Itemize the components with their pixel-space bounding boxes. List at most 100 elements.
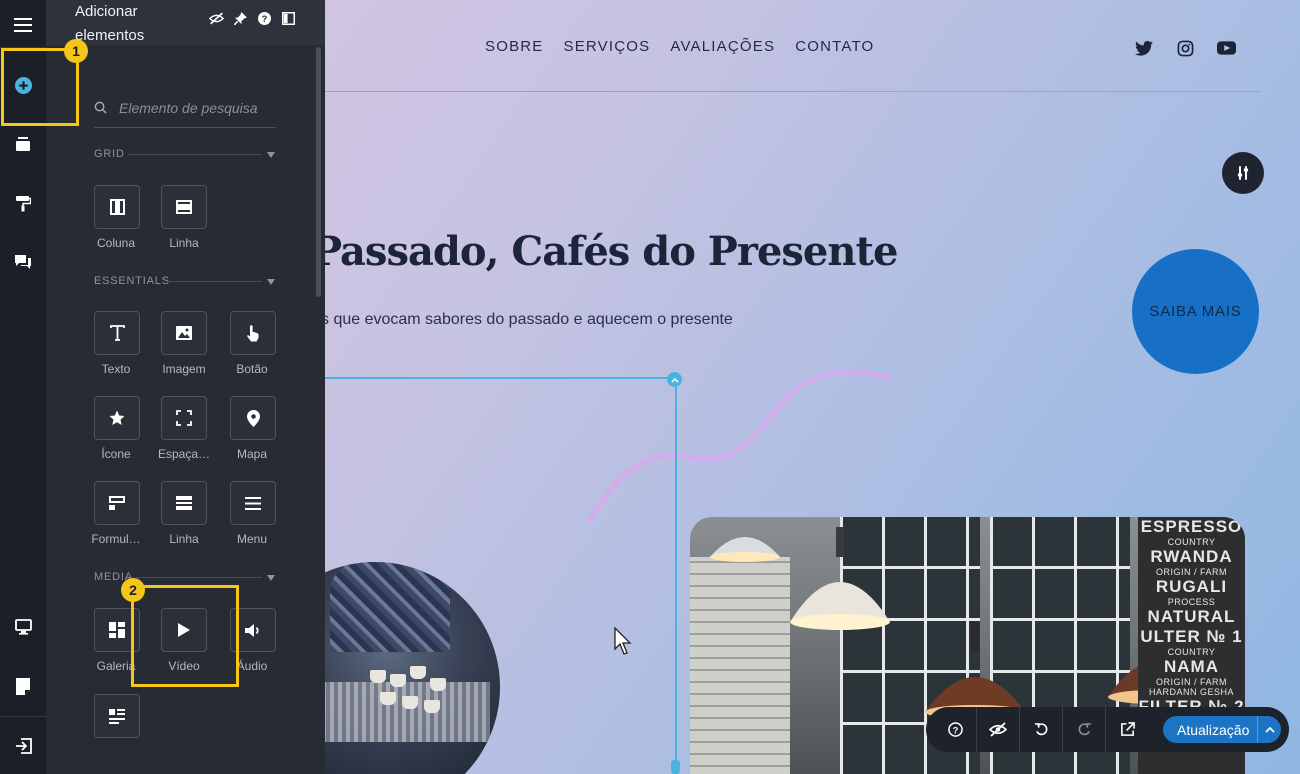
element-tile-linha-divisoria[interactable]	[161, 481, 207, 525]
hide-button[interactable]	[977, 707, 1020, 752]
pin-icon	[233, 11, 247, 25]
instagram-icon[interactable]	[1175, 39, 1195, 57]
element-label: Texto	[101, 362, 131, 376]
desktop-view-button[interactable]	[0, 607, 46, 647]
chalk-text: PROCESS	[1167, 597, 1216, 607]
panel-title: Adicionar elementos	[75, 3, 145, 44]
eye-slash-icon	[208, 11, 224, 25]
eye-slash-icon	[989, 722, 1007, 737]
panel-help-button[interactable]: ?	[256, 10, 272, 26]
element-tile-menu[interactable]	[230, 481, 276, 525]
form-icon	[109, 495, 125, 510]
section-divider	[128, 154, 262, 155]
preview-button[interactable]	[1106, 707, 1149, 752]
tutorial-step-badge: 2	[121, 578, 145, 602]
nav-link-contato[interactable]: CONTATO	[795, 38, 874, 55]
element-label: Espaça…	[157, 447, 211, 461]
barista-shirt	[330, 562, 450, 652]
redo-button[interactable]	[1063, 707, 1106, 752]
column-icon	[109, 199, 125, 215]
undo-button[interactable]	[1020, 707, 1063, 752]
youtube-icon[interactable]	[1216, 39, 1236, 57]
help-button[interactable]: ?	[934, 707, 977, 752]
redo-icon	[1078, 723, 1091, 736]
element-label: Linha	[169, 532, 199, 546]
section-title-grid: GRID	[94, 148, 125, 160]
element-tile-mapa[interactable]	[230, 396, 276, 440]
element-tile-botao[interactable]	[230, 311, 276, 355]
chalk-text: HARDANN GESHA	[1148, 687, 1234, 697]
update-label: Atualização	[1177, 721, 1250, 738]
resize-handle-top[interactable]	[667, 372, 682, 387]
chevron-up-icon	[670, 377, 679, 383]
panel-header: Adicionar elementos ?	[46, 0, 325, 45]
cup	[402, 696, 418, 709]
element-tile-linha[interactable]	[161, 185, 207, 229]
layers-button[interactable]	[0, 124, 46, 164]
external-link-icon	[1121, 722, 1135, 736]
main-menu-button[interactable]	[0, 5, 46, 45]
paint-roller-icon	[16, 195, 31, 211]
chalk-text: ESPRESSO	[1140, 517, 1243, 536]
help-icon: ?	[947, 722, 963, 737]
resize-handle-bottom[interactable]	[671, 760, 680, 774]
star-icon	[109, 410, 125, 425]
site-navigation: SOBRE SERVIÇOS AVALIAÇÕES CONTATO	[485, 38, 874, 55]
section-title-essentials: ESSENTIALS	[94, 275, 170, 287]
tutorial-step-badge: 1	[64, 39, 88, 63]
element-tile-texto[interactable]	[94, 311, 140, 355]
chevron-down-icon[interactable]	[267, 279, 275, 285]
chalk-text: RWANDA	[1150, 547, 1233, 566]
pages-button[interactable]	[0, 666, 46, 706]
design-button[interactable]	[0, 183, 46, 223]
hero-title[interactable]: Passado, Cafés do Presente	[312, 228, 898, 275]
saiba-mais-button[interactable]: SAIBA MAIS	[1132, 249, 1259, 374]
element-tile-espacador[interactable]	[161, 396, 207, 440]
help-icon: ?	[257, 11, 271, 25]
comments-button[interactable]	[0, 242, 46, 282]
section-settings-button[interactable]	[1222, 152, 1264, 194]
element-search-field[interactable]	[94, 88, 276, 128]
exit-editor-button[interactable]	[0, 726, 46, 766]
desktop-icon	[14, 619, 32, 635]
chevron-down-icon[interactable]	[267, 575, 275, 581]
update-options-button[interactable]	[1257, 716, 1281, 743]
chalk-text: COUNTRY	[1167, 647, 1216, 657]
cup	[380, 692, 396, 705]
comments-icon	[15, 255, 31, 269]
nav-link-avaliacoes[interactable]: AVALIAÇÕES	[670, 38, 775, 55]
nav-link-servicos[interactable]: SERVIÇOS	[564, 38, 651, 55]
element-tile-formulario[interactable]	[94, 481, 140, 525]
chalk-text: COUNTRY	[1167, 537, 1216, 547]
cta-label: SAIBA MAIS	[1149, 303, 1242, 320]
spacer-icon	[176, 410, 192, 426]
cup	[390, 674, 406, 687]
section-divider	[166, 281, 262, 282]
chalk-text: ORIGIN / FARM	[1155, 567, 1227, 577]
chalk-text: ULTER № 1	[1140, 627, 1243, 646]
twitter-icon[interactable]	[1134, 39, 1154, 57]
nav-link-sobre[interactable]: SOBRE	[485, 38, 544, 55]
element-tile-icone[interactable]	[94, 396, 140, 440]
section-divider	[136, 577, 262, 578]
panel-scrollbar[interactable]	[316, 47, 321, 297]
pin-panel-button[interactable]	[232, 10, 248, 26]
lamp	[770, 527, 910, 632]
rail-divider	[0, 716, 46, 717]
search-input[interactable]	[119, 99, 269, 116]
update-button[interactable]: Atualização	[1163, 716, 1282, 743]
element-tile-coluna[interactable]	[94, 185, 140, 229]
element-tile-imagem[interactable]	[161, 311, 207, 355]
element-label: Ícone	[101, 447, 131, 461]
chevron-down-icon[interactable]	[267, 152, 275, 158]
sliders-icon	[1237, 166, 1249, 180]
espresso-machine	[310, 682, 490, 742]
chevron-up-icon	[1265, 726, 1275, 733]
dock-panel-button[interactable]	[280, 10, 296, 26]
element-label: Mapa	[236, 447, 268, 461]
editor-bottom-toolbar: ? Atualização	[926, 707, 1289, 752]
hide-panel-button[interactable]	[208, 10, 224, 26]
undo-icon	[1034, 723, 1047, 736]
hero-subtitle[interactable]: s que evocam sabores do passado e aquece…	[321, 311, 733, 329]
element-tile-more[interactable]	[94, 694, 140, 738]
